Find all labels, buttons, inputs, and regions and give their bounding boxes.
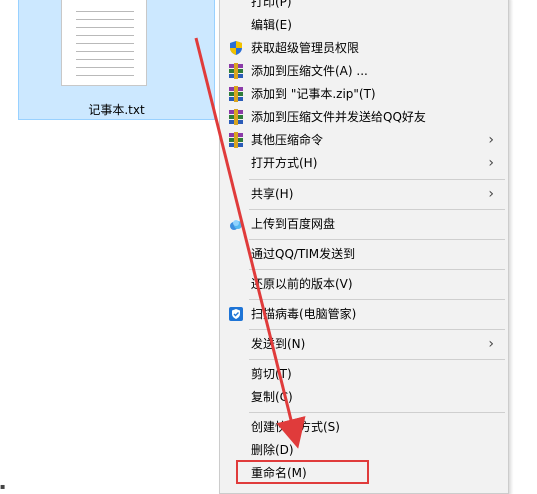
menu-item-add-to-archive[interactable]: 添加到压缩文件(A) ... (220, 60, 508, 82)
baidu-cloud-icon (228, 216, 244, 232)
text-file-icon (61, 0, 147, 86)
menu-item-label: 其他压缩命令 (251, 133, 324, 147)
menu-item-upload-baidu[interactable]: 上传到百度网盘 (220, 213, 508, 235)
menu-item-other-compress[interactable]: 其他压缩命令 › (220, 129, 508, 151)
menu-item-label: 扫描病毒(电脑管家) (251, 307, 357, 321)
menu-item-copy[interactable]: 复制(C) (220, 386, 508, 408)
winrar-icon (228, 63, 244, 79)
menu-item-scan-virus[interactable]: 扫描病毒(电脑管家) (220, 303, 508, 325)
menu-item-cut[interactable]: 剪切(T) (220, 363, 508, 385)
winrar-icon (228, 109, 244, 125)
menu-separator (249, 269, 505, 270)
menu-item-open-with[interactable]: 打开方式(H) › (220, 152, 508, 174)
chevron-right-icon: › (488, 336, 494, 352)
menu-item-label: 添加到压缩文件并发送给QQ好友 (251, 110, 426, 124)
menu-item-label: 添加到压缩文件(A) ... (251, 64, 368, 78)
menu-item-label: 删除(D) (251, 443, 294, 457)
menu-item-restore-versions[interactable]: 还原以前的版本(V) (220, 273, 508, 295)
menu-separator (249, 209, 505, 210)
menu-item-label: 还原以前的版本(V) (251, 277, 353, 291)
menu-item-send-to[interactable]: 发送到(N) › (220, 333, 508, 355)
menu-item-label: 获取超级管理员权限 (251, 41, 360, 55)
menu-separator (249, 299, 505, 300)
menu-item-admin-rights[interactable]: 获取超级管理员权限 (220, 37, 508, 59)
menu-item-send-qq-tim[interactable]: 通过QQ/TIM发送到 (220, 243, 508, 265)
shield-icon (228, 40, 244, 56)
menu-item-label: 共享(H) (251, 187, 294, 201)
menu-item-label: 打印(P) (251, 0, 292, 9)
menu-separator (249, 359, 505, 360)
context-menu: 打印(P) 编辑(E) 获取超级管理员权限 添加到压缩文件(A) ... 添加到… (219, 0, 509, 494)
chevron-right-icon: › (488, 155, 494, 171)
menu-item-print[interactable]: 打印(P) (220, 0, 508, 13)
menu-separator (249, 412, 505, 413)
menu-item-share[interactable]: 共享(H) › (220, 183, 508, 205)
menu-item-create-shortcut[interactable]: 创建快捷方式(S) (220, 416, 508, 438)
tencent-guard-icon (228, 306, 244, 322)
menu-separator (249, 329, 505, 330)
chevron-right-icon: › (488, 132, 494, 148)
menu-item-label: 添加到 "记事本.zip"(T) (251, 87, 376, 101)
menu-item-delete[interactable]: 删除(D) (220, 439, 508, 461)
winrar-icon (228, 132, 244, 148)
menu-item-label: 创建快捷方式(S) (251, 420, 340, 434)
winrar-icon (228, 86, 244, 102)
rename-highlight-box (236, 460, 369, 484)
menu-item-label: 剪切(T) (251, 367, 292, 381)
menu-item-label: 通过QQ/TIM发送到 (251, 247, 356, 261)
chevron-right-icon: › (488, 186, 494, 202)
menu-item-label: 上传到百度网盘 (251, 217, 336, 231)
selected-file[interactable]: 记事本.txt (18, 0, 215, 120)
menu-item-label: 打开方式(H) (251, 156, 318, 170)
menu-item-label: 复制(C) (251, 390, 293, 404)
menu-item-archive-send-qq[interactable]: 添加到压缩文件并发送给QQ好友 (220, 106, 508, 128)
corner-fragment: ▪ (0, 482, 6, 491)
menu-separator (249, 179, 505, 180)
menu-item-edit[interactable]: 编辑(E) (220, 14, 508, 36)
menu-item-label: 发送到(N) (251, 337, 306, 351)
menu-item-label: 编辑(E) (251, 18, 292, 32)
file-name-label: 记事本.txt (88, 103, 145, 117)
menu-separator (249, 239, 505, 240)
menu-item-add-to-zip[interactable]: 添加到 "记事本.zip"(T) (220, 83, 508, 105)
